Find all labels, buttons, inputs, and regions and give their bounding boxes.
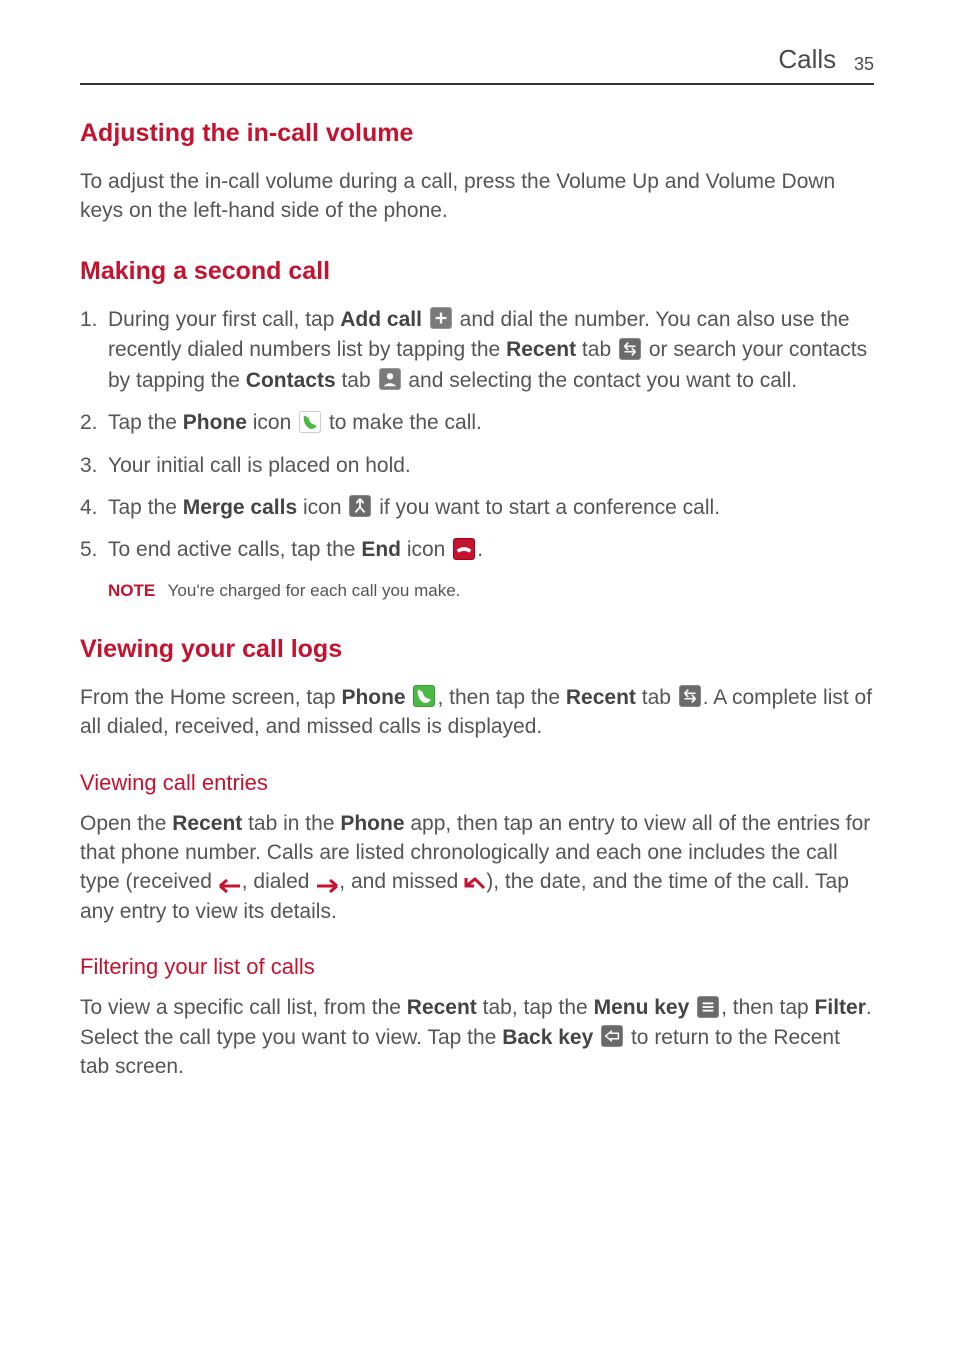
text: From the Home screen, tap (80, 686, 341, 709)
text: Your initial call is placed on hold. (108, 454, 411, 477)
label-recent: Recent (566, 686, 636, 709)
text: To end active calls, tap the (108, 538, 361, 561)
phone-icon (299, 411, 321, 433)
text: to make the call. (329, 411, 482, 434)
menu-key-icon (697, 996, 719, 1018)
heading-viewing-entries: Viewing call entries (80, 766, 874, 799)
label-phone: Phone (340, 812, 404, 835)
label-end: End (361, 538, 401, 561)
label-add-call: Add call (340, 308, 422, 331)
label-merge-calls: Merge calls (183, 496, 297, 519)
step-2: 2. Tap the Phone icon to make the call. (80, 408, 874, 438)
text: tab, tap the (477, 996, 594, 1019)
label-recent: Recent (506, 338, 576, 361)
text: Tap the (108, 496, 183, 519)
adjusting-volume-body: To adjust the in-call volume during a ca… (80, 167, 874, 226)
note-label: NOTE (108, 581, 155, 600)
section-title: Calls (778, 40, 836, 79)
step-number: 2. (80, 408, 98, 438)
page-header: Calls 35 (80, 40, 874, 85)
label-recent: Recent (172, 812, 242, 835)
text: icon (401, 538, 451, 561)
label-contacts: Contacts (246, 369, 336, 392)
merge-calls-icon (349, 495, 371, 517)
step-number: 5. (80, 535, 98, 565)
heading-call-logs: Viewing your call logs (80, 631, 874, 669)
call-logs-body: From the Home screen, tap Phone , then t… (80, 683, 874, 742)
text: Open the (80, 812, 172, 835)
viewing-entries-body: Open the Recent tab in the Phone app, th… (80, 809, 874, 927)
text: . (477, 538, 483, 561)
text: Tap the (108, 411, 183, 434)
add-call-icon (430, 307, 452, 329)
step-number: 1. (80, 305, 98, 335)
second-call-steps: 1. During your first call, tap Add call … (80, 305, 874, 566)
text: , then tap (721, 996, 814, 1019)
label-phone: Phone (183, 411, 247, 434)
step-5: 5. To end active calls, tap the End icon… (80, 535, 874, 565)
dialed-arrow-icon (315, 873, 339, 889)
note: NOTE You're charged for each call you ma… (80, 578, 874, 604)
text: icon (247, 411, 297, 434)
step-1: 1. During your first call, tap Add call … (80, 305, 874, 396)
heading-adjusting-volume: Adjusting the in-call volume (80, 115, 874, 153)
received-arrow-icon (218, 873, 242, 889)
recent-tab-icon (619, 338, 641, 360)
step-number: 4. (80, 493, 98, 523)
step-3: 3. Your initial call is placed on hold. (80, 451, 874, 481)
text: tab in the (242, 812, 340, 835)
label-filter: Filter (815, 996, 866, 1019)
label-menu-key: Menu key (594, 996, 690, 1019)
phone-app-icon (413, 685, 435, 707)
step-number: 3. (80, 451, 98, 481)
text: icon (297, 496, 347, 519)
missed-call-icon (464, 873, 486, 891)
text: and selecting the contact you want to ca… (408, 369, 797, 392)
label-back-key: Back key (502, 1026, 593, 1049)
heading-second-call: Making a second call (80, 253, 874, 291)
text: if you want to start a conference call. (379, 496, 720, 519)
step-4: 4. Tap the Merge calls icon if you want … (80, 493, 874, 523)
text: tab (636, 686, 677, 709)
label-phone: Phone (341, 686, 405, 709)
heading-filtering-calls: Filtering your list of calls (80, 950, 874, 983)
text: tab (336, 369, 377, 392)
back-key-icon (601, 1025, 623, 1047)
text: During your first call, tap (108, 308, 340, 331)
text: To view a specific call list, from the (80, 996, 407, 1019)
contacts-tab-icon (379, 368, 401, 390)
page-number: 35 (854, 51, 874, 78)
end-call-icon (453, 538, 475, 560)
text: , and missed (339, 870, 464, 893)
filtering-calls-body: To view a specific call list, from the R… (80, 993, 874, 1081)
text: , then tap the (437, 686, 565, 709)
text: tab (576, 338, 617, 361)
text: , dialed (242, 870, 316, 893)
label-recent: Recent (407, 996, 477, 1019)
recent-tab-icon (679, 685, 701, 707)
note-text: You're charged for each call you make. (168, 581, 461, 600)
